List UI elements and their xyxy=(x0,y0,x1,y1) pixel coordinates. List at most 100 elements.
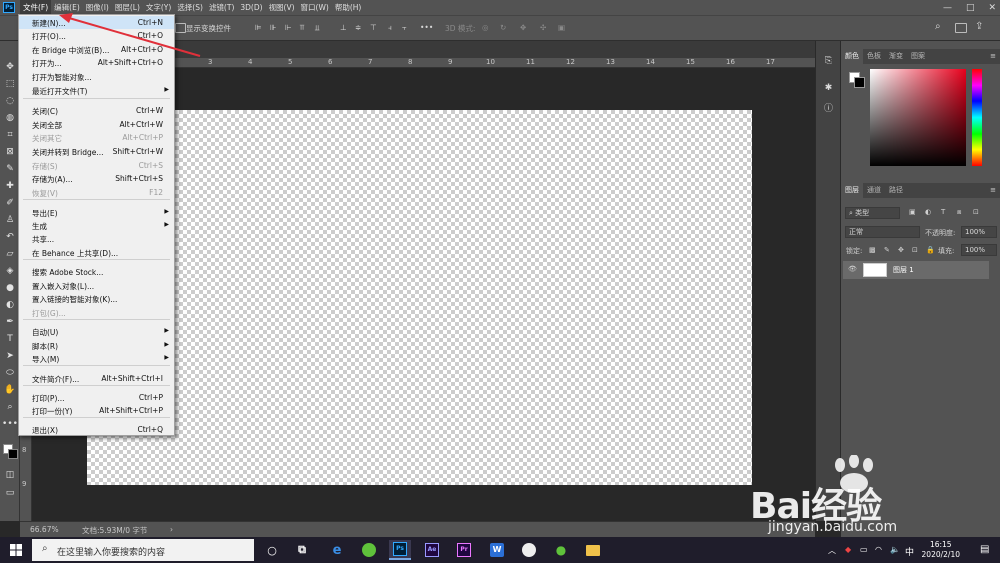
file-explorer-icon[interactable] xyxy=(582,540,604,560)
file-menu-item[interactable]: 搜索 Adobe Stock... xyxy=(19,265,174,278)
lock-image-icon[interactable]: ✎ xyxy=(884,246,890,254)
lasso-tool-icon[interactable]: ◌ xyxy=(4,95,16,107)
file-menu-item[interactable]: 关闭并转到 Bridge... Shift+Ctrl+W xyxy=(19,145,174,158)
file-menu-item[interactable]: 导出(E) ▶ xyxy=(19,206,174,219)
hand-tool-icon[interactable]: ✋ xyxy=(4,384,16,396)
browser-360-icon[interactable] xyxy=(358,540,380,560)
tray-app-icon[interactable]: ◆ xyxy=(845,545,851,554)
menu-filter[interactable]: 滤镜(T) xyxy=(206,0,237,15)
color-picker-field[interactable] xyxy=(870,69,966,166)
wechat-icon[interactable]: ● xyxy=(550,540,572,560)
slide-3d-icon[interactable]: ✣ xyxy=(540,23,546,32)
dodge-tool-icon[interactable]: ◐ xyxy=(4,299,16,311)
edge-browser-icon[interactable]: e xyxy=(326,540,348,560)
roll-3d-icon[interactable]: ↻ xyxy=(500,23,506,32)
file-menu-item[interactable]: 关闭(C) Ctrl+W xyxy=(19,104,174,117)
file-menu-item[interactable]: 生成 ▶ xyxy=(19,219,174,232)
shape-tool-icon[interactable]: ⬭ xyxy=(4,367,16,379)
maximize-icon[interactable]: □ xyxy=(966,3,975,13)
file-menu-item[interactable]: 打印一份(Y) Alt+Shift+Ctrl+P xyxy=(19,404,174,417)
zoom-level[interactable]: 66.67% xyxy=(30,525,59,534)
quick-select-tool-icon[interactable]: ◍ xyxy=(4,112,16,124)
hue-slider[interactable] xyxy=(972,69,982,166)
eraser-tool-icon[interactable]: ▱ xyxy=(4,248,16,260)
orbit-3d-icon[interactable]: ◎ xyxy=(482,23,489,32)
file-menu-item[interactable]: 在 Behance 上共享(D)... xyxy=(19,246,174,259)
frame-tool-icon[interactable]: ⊠ xyxy=(4,146,16,158)
tab-layers[interactable]: 图层 xyxy=(841,183,863,198)
paint-bucket-tool-icon[interactable]: ◈ xyxy=(4,265,16,277)
layer-row[interactable]: 👁 图层 1 xyxy=(843,261,989,279)
distribute-bottom-icon[interactable]: ⊤ xyxy=(370,23,377,32)
eyedropper-tool-icon[interactable]: ✎ xyxy=(4,163,16,175)
zoom-tool-icon[interactable]: ⌕ xyxy=(4,401,16,413)
lock-artboard-icon[interactable]: ⊡ xyxy=(912,246,918,254)
distribute-top-icon[interactable]: ⊥ xyxy=(340,23,347,32)
blur-tool-icon[interactable]: ● xyxy=(4,282,16,294)
history-panel-icon[interactable]: ⎘ xyxy=(822,56,835,69)
pan-3d-icon[interactable]: ✥ xyxy=(520,23,526,32)
lock-transparent-icon[interactable]: ▩ xyxy=(869,246,876,254)
filter-type-icon[interactable]: T xyxy=(941,208,945,216)
task-view-icon[interactable]: ⧉ xyxy=(291,540,313,560)
premiere-icon[interactable]: Pr xyxy=(453,540,475,560)
file-menu-item[interactable]: 存储为(A)... Shift+Ctrl+S xyxy=(19,172,174,185)
tab-color[interactable]: 颜色 xyxy=(841,49,863,64)
filter-adjustment-icon[interactable]: ◐ xyxy=(925,208,931,216)
file-menu-item[interactable]: 打印(P)... Ctrl+P xyxy=(19,391,174,404)
align-left-icon[interactable]: ⊫ xyxy=(255,23,262,32)
file-menu-item[interactable]: 关闭全部 Alt+Ctrl+W xyxy=(19,118,174,131)
screen-mode-icon[interactable]: ▭ xyxy=(4,487,16,499)
opacity-input[interactable]: 100% xyxy=(961,226,997,238)
brush-settings-icon[interactable]: ✱ xyxy=(822,83,835,96)
pen-tool-icon[interactable]: ✒ xyxy=(4,316,16,328)
menu-3d[interactable]: 3D(D) xyxy=(237,0,265,15)
align-right-icon[interactable]: ⊩ xyxy=(285,23,292,32)
menu-view[interactable]: 视图(V) xyxy=(266,0,298,15)
fill-input[interactable]: 100% xyxy=(961,244,997,256)
path-selection-tool-icon[interactable]: ➤ xyxy=(4,350,16,362)
app-feather-icon[interactable] xyxy=(518,540,540,560)
windows-start-icon[interactable] xyxy=(10,544,22,556)
crop-tool-icon[interactable]: ⌗ xyxy=(4,129,16,141)
visibility-eye-icon[interactable]: 👁 xyxy=(848,265,857,273)
taskbar-clock[interactable]: 16:15 2020/2/10 xyxy=(922,540,960,560)
transparent-canvas[interactable] xyxy=(87,110,752,485)
file-menu-item[interactable]: 导入(M) ▶ xyxy=(19,352,174,365)
background-swatch[interactable] xyxy=(854,77,865,88)
history-brush-tool-icon[interactable]: ↶ xyxy=(4,231,16,243)
file-menu-item[interactable]: 自动(U) ▶ xyxy=(19,325,174,338)
panel-menu-icon[interactable]: ≡ xyxy=(990,52,996,60)
menu-help[interactable]: 帮助(H) xyxy=(332,0,365,15)
distribute-left-icon[interactable]: ⫞ xyxy=(388,23,392,33)
after-effects-icon[interactable]: Ae xyxy=(421,540,443,560)
ime-indicator[interactable]: 中 xyxy=(905,545,914,558)
volume-icon[interactable]: 🔈 xyxy=(890,545,900,554)
file-menu-item[interactable]: 打开为智能对象... xyxy=(19,70,174,83)
close-icon[interactable]: ✕ xyxy=(988,3,996,13)
file-menu-item[interactable]: 置入链接的智能对象(K)... xyxy=(19,292,174,305)
tab-paths[interactable]: 路径 xyxy=(885,183,907,198)
file-menu-item[interactable]: 最近打开文件(T) ▶ xyxy=(19,84,174,97)
clone-stamp-tool-icon[interactable]: ♙ xyxy=(4,214,16,226)
align-center-icon[interactable]: ⊪ xyxy=(270,23,277,32)
type-tool-icon[interactable]: T xyxy=(4,333,16,345)
info-panel-icon[interactable]: ⓘ xyxy=(822,101,835,114)
taskbar-search-box[interactable]: ⌕ 在这里输入你要搜索的内容 xyxy=(32,539,254,561)
marquee-tool-icon[interactable]: ⬚ xyxy=(4,78,16,90)
filter-smart-icon[interactable]: ⊡ xyxy=(973,208,979,216)
quick-mask-icon[interactable]: ◫ xyxy=(4,469,16,481)
layer-filter-select[interactable]: ⌕ 类型 xyxy=(845,207,900,219)
filter-shape-icon[interactable]: ⧈ xyxy=(957,208,961,217)
lock-position-icon[interactable]: ✥ xyxy=(898,246,904,254)
tray-chevron-icon[interactable]: ︿ xyxy=(828,545,836,556)
menu-file[interactable]: 文件(F) xyxy=(20,0,52,15)
panel-menu-icon[interactable]: ≡ xyxy=(990,186,996,194)
file-menu-item[interactable]: 置入嵌入对象(L)... xyxy=(19,279,174,292)
network-icon[interactable]: ◠ xyxy=(875,545,882,554)
file-menu-item[interactable]: 共享... xyxy=(19,232,174,245)
file-menu-item[interactable]: 脚本(R) ▶ xyxy=(19,339,174,352)
tab-patterns[interactable]: 图案 xyxy=(907,49,929,64)
edit-toolbar-icon[interactable]: ••• xyxy=(2,418,18,430)
background-color-swatch[interactable] xyxy=(8,449,18,459)
